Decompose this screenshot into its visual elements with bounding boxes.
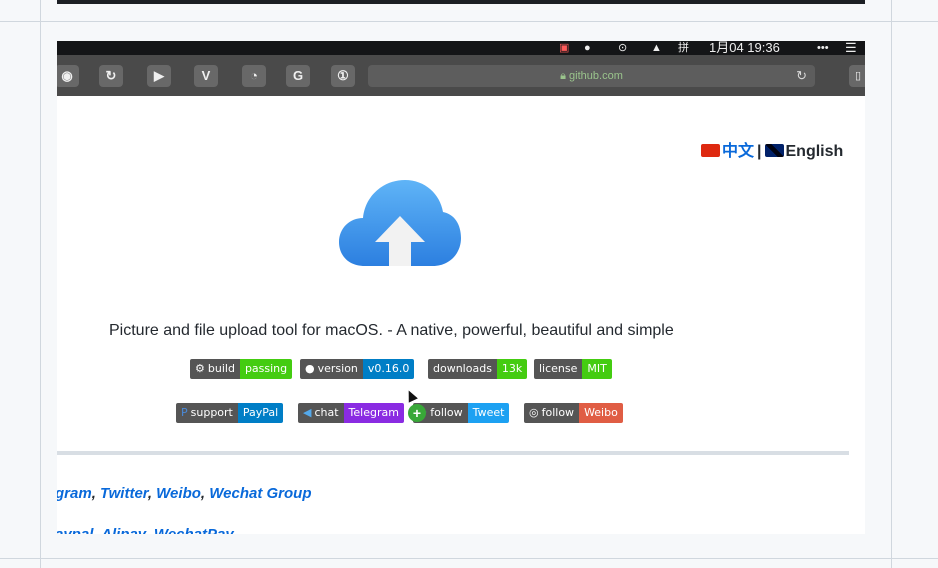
extension-2-icon[interactable]: ↻ [99, 65, 123, 87]
menubar-clock[interactable]: 1月04 19:36 [709, 41, 780, 55]
badge-value: 13k [496, 359, 528, 379]
weibo-icon: ◎ [529, 406, 539, 419]
previous-image-edge [57, 0, 865, 4]
right-gutter [891, 0, 938, 568]
badge-value: PayPal [237, 403, 284, 423]
wechat-group-link[interactable]: Wechat Group [209, 485, 311, 502]
travis-icon: ⚙ [195, 362, 205, 375]
telegram-link[interactable]: gram [57, 485, 92, 502]
badge-row-social: PsupportPayPal ◀chatTelegram ✦followTwee… [57, 403, 865, 423]
password-icon[interactable]: ⊙ [618, 41, 627, 55]
badge-value: Telegram [343, 403, 404, 423]
badge-value: MIT [582, 359, 612, 379]
link-separator: , [147, 485, 157, 502]
tweet-badge[interactable]: ✦followTweet [413, 403, 510, 423]
section-divider [57, 451, 849, 455]
chat-icon[interactable]: ● [584, 41, 591, 55]
grammarly-icon[interactable]: G [286, 65, 310, 87]
media-icon[interactable]: ▶ [147, 65, 171, 87]
china-flag-icon [701, 144, 720, 157]
badge-value: v0.16.0 [362, 359, 415, 379]
weibo-link[interactable]: Weibo [156, 485, 201, 502]
donate-links[interactable]: aypal, Alipay, WechatPay [57, 526, 234, 534]
embedded-screenshot: ▣ ● ⊙ ▲ 拼 1月04 19:36 ••• ☰ ◉ ↻ ▶ V ◔ G ①… [57, 41, 865, 534]
video-icon[interactable]: V [194, 65, 218, 87]
browser-toolbar: ◉ ↻ ▶ V ◔ G ① 🔒︎ github.com ↻ ▯ [57, 55, 865, 96]
tab-overview-button[interactable]: ▯ [849, 65, 865, 87]
notification-bell-icon[interactable]: ▲ [651, 41, 662, 55]
badge-key: chat [314, 406, 339, 419]
badge-value: Tweet [467, 403, 510, 423]
paypal-icon: P [181, 406, 188, 419]
lang-en-link[interactable]: English [786, 143, 844, 160]
lock-icon: 🔒︎ [560, 70, 570, 82]
badge-key: license [534, 359, 583, 379]
lang-zh-link[interactable]: 中文 [722, 143, 754, 160]
community-links: gram, Twitter, Weibo, Wechat Group [57, 485, 311, 502]
telegram-badge[interactable]: ◀ chat Telegram [298, 403, 404, 423]
top-separator [0, 21, 938, 22]
downloads-badge[interactable]: downloads 13k [428, 359, 528, 379]
link-separator: , [91, 485, 101, 502]
address-bar[interactable]: 🔒︎ github.com ↻ [368, 65, 815, 87]
left-gutter [0, 0, 41, 568]
badge-key: version [317, 362, 358, 375]
uk-flag-icon [764, 144, 784, 157]
screenrecord-icon[interactable]: ▣ [559, 41, 569, 55]
version-badge[interactable]: ● version v0.16.0 [300, 359, 415, 379]
badge-key: follow [430, 406, 463, 419]
macos-menubar: ▣ ● ⊙ ▲ 拼 1月04 19:36 ••• ☰ [57, 41, 865, 55]
badge-row-status: ⚙ build passing ● version v0.16.0 downloads 1… [57, 359, 865, 379]
url-text: github.com [569, 70, 623, 82]
reload-icon[interactable]: ↻ [796, 65, 807, 87]
telegram-icon: ◀ [303, 406, 312, 419]
bottom-separator [0, 558, 938, 559]
mouse-cursor-icon [404, 388, 418, 403]
badge-key: downloads [428, 359, 497, 379]
license-badge[interactable]: license MIT [534, 359, 612, 379]
screenshot-frame: ▣ ● ⊙ ▲ 拼 1月04 19:36 ••• ☰ ◉ ↻ ▶ V ◔ G ①… [0, 0, 938, 568]
github-icon: ● [305, 362, 315, 375]
badge-key: build [207, 362, 235, 375]
weibo-badge[interactable]: ◎ follow Weibo [524, 403, 623, 423]
control-center-icon[interactable]: ☰ [845, 41, 857, 55]
badge-value: Weibo [579, 403, 623, 423]
badge-key: follow [541, 406, 575, 419]
twitter-link[interactable]: Twitter [100, 485, 148, 502]
paypal-badge[interactable]: Psupport PayPal [176, 403, 284, 423]
rss-icon[interactable]: ◔ [242, 65, 266, 87]
extension-1-icon[interactable]: ◉ [57, 65, 79, 87]
build-badge[interactable]: ⚙ build passing [190, 359, 293, 379]
badge-key: support [190, 406, 233, 419]
more-icon[interactable]: ••• [817, 41, 829, 55]
tagline: Picture and file upload tool for macOS. … [109, 322, 674, 339]
cloud-upload-logo-icon [339, 180, 461, 266]
lang-separator: | [757, 143, 762, 160]
drag-add-icon: + [408, 404, 426, 422]
language-switch: 中文 | English [701, 137, 843, 161]
input-method-icon[interactable]: 拼 [678, 41, 689, 55]
link-separator: , [200, 485, 210, 502]
badge-value: passing [239, 359, 293, 379]
onepassword-icon[interactable]: ① [331, 65, 355, 87]
